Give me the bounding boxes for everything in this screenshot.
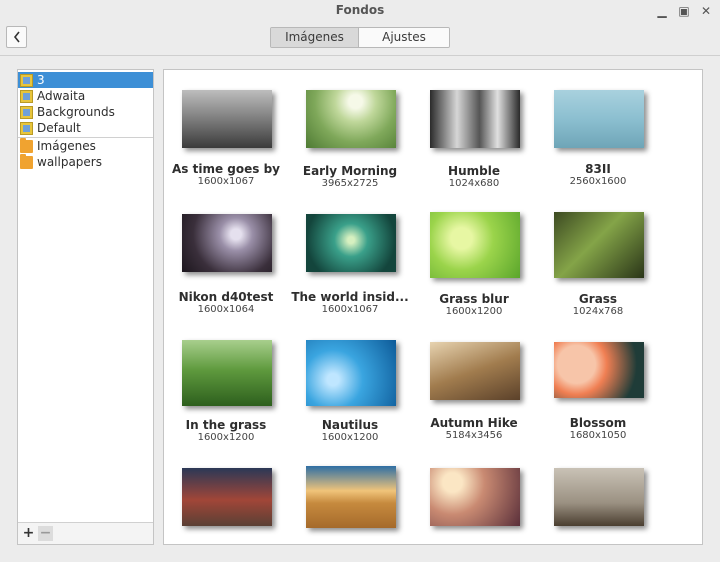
remove-button[interactable]: − bbox=[38, 526, 53, 541]
sidebar-item-adwaita[interactable]: Adwaita bbox=[18, 88, 153, 104]
wallpaper-thumbnail bbox=[554, 468, 644, 526]
wallpaper-size: 1680x1050 bbox=[569, 430, 627, 441]
wallpaper-thumbnail bbox=[306, 214, 396, 272]
close-icon[interactable]: ✕ bbox=[698, 3, 714, 19]
wallpaper-size: 1600x1200 bbox=[197, 432, 255, 443]
wallpaper-name: Grass bbox=[578, 292, 618, 306]
wallpaper-size: 5184x3456 bbox=[445, 430, 503, 441]
wallpaper-name: Nautilus bbox=[321, 418, 379, 432]
wallpaper-thumbnail bbox=[430, 90, 520, 148]
sidebar-item-label: Adwaita bbox=[37, 89, 86, 103]
wallpaper-thumbnail bbox=[182, 468, 272, 526]
wallpaper-thumbnail bbox=[554, 342, 644, 398]
title-bar: Fondos ▁ ▣ ✕ bbox=[0, 0, 720, 22]
sidebar: 3 Adwaita Backgrounds Default Imágenes w… bbox=[17, 69, 154, 545]
sidebar-item-label: 3 bbox=[37, 73, 45, 87]
chevron-left-icon bbox=[13, 31, 20, 43]
wallpaper-name: The world insid... bbox=[291, 290, 409, 304]
wallpaper-thumbnail bbox=[430, 468, 520, 526]
wallpaper-set-icon bbox=[20, 73, 33, 87]
maximize-icon[interactable]: ▣ bbox=[676, 3, 692, 19]
wallpaper-thumbnail bbox=[554, 90, 644, 148]
wallpaper-size: 1600x1067 bbox=[321, 304, 379, 315]
wallpaper-name: In the grass bbox=[185, 418, 267, 432]
wallpaper-set-icon bbox=[20, 89, 33, 103]
wallpaper-thumbnail bbox=[430, 342, 520, 400]
sidebar-item-default[interactable]: Default bbox=[18, 120, 153, 136]
wallpaper-name: Blossom bbox=[569, 416, 627, 430]
toolbar: Imágenes Ajustes bbox=[0, 22, 720, 56]
sidebar-actions: + − bbox=[18, 522, 153, 544]
sidebar-item-label: Backgrounds bbox=[37, 105, 115, 119]
wallpaper-name: 83II bbox=[585, 162, 611, 176]
wallpaper-size: 2560x1600 bbox=[569, 176, 627, 187]
wallpaper-thumbnail bbox=[430, 212, 520, 278]
wallpaper-size: 1024x768 bbox=[572, 306, 624, 317]
wallpaper-thumbnail bbox=[554, 212, 644, 278]
wallpaper-thumbnail bbox=[182, 90, 272, 148]
folder-icon bbox=[20, 137, 33, 153]
wallpaper-size: 3965x2725 bbox=[321, 178, 379, 189]
add-button[interactable]: + bbox=[21, 526, 36, 541]
sidebar-item-3[interactable]: 3 bbox=[18, 72, 153, 88]
tab-settings[interactable]: Ajustes bbox=[359, 28, 449, 47]
wallpaper-name: Nikon d40test bbox=[178, 290, 274, 304]
sidebar-item-backgrounds[interactable]: Backgrounds bbox=[18, 104, 153, 120]
sidebar-item-label: Default bbox=[37, 121, 81, 135]
wallpaper-set-icon bbox=[20, 121, 33, 135]
folder-icon bbox=[20, 153, 33, 169]
wallpaper-size: 1600x1067 bbox=[197, 176, 255, 187]
sidebar-item-label: Imágenes bbox=[37, 139, 96, 153]
wallpaper-name: Grass blur bbox=[439, 292, 509, 306]
sidebar-item-imagenes[interactable]: Imágenes bbox=[18, 137, 153, 154]
wallpaper-size: 1600x1200 bbox=[445, 306, 503, 317]
wallpaper-name: Autumn Hike bbox=[430, 416, 518, 430]
wallpaper-name: As time goes by bbox=[172, 162, 280, 176]
wallpaper-thumbnail bbox=[306, 340, 396, 406]
sidebar-item-wallpapers[interactable]: wallpapers bbox=[18, 153, 153, 170]
wallpaper-thumbnail bbox=[182, 214, 272, 272]
back-button[interactable] bbox=[6, 26, 27, 48]
view-switcher: Imágenes Ajustes bbox=[270, 27, 450, 48]
sidebar-item-label: wallpapers bbox=[37, 155, 102, 169]
wallpaper-size: 1024x680 bbox=[448, 178, 500, 189]
wallpaper-grid: As time goes by 1600x1067 Early Morning … bbox=[163, 69, 703, 545]
wallpaper-set-icon bbox=[20, 105, 33, 119]
wallpaper-thumbnail bbox=[306, 466, 396, 528]
wallpaper-thumbnail bbox=[306, 90, 396, 148]
wallpaper-thumbnail bbox=[182, 340, 272, 406]
wallpaper-size: 1600x1064 bbox=[197, 304, 255, 315]
wallpaper-name: Early Morning bbox=[302, 164, 398, 178]
window-title: Fondos bbox=[335, 3, 385, 17]
wallpaper-size: 1600x1200 bbox=[321, 432, 379, 443]
minimize-icon[interactable]: ▁ bbox=[654, 3, 670, 19]
tab-images[interactable]: Imágenes bbox=[271, 28, 359, 47]
wallpaper-name: Humble bbox=[448, 164, 500, 178]
